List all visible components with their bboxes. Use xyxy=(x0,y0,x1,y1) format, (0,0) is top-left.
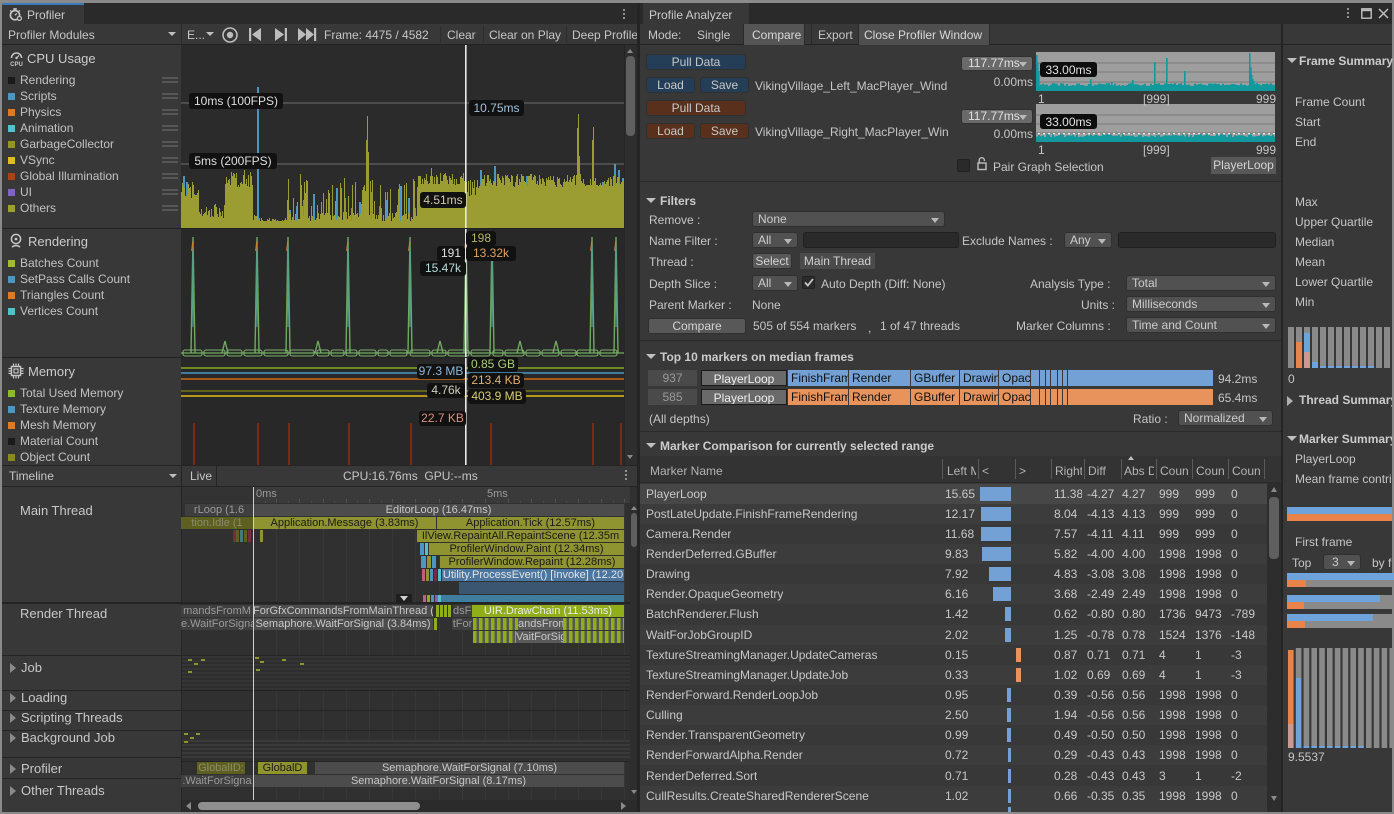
svg-text:CPU: CPU xyxy=(10,62,23,67)
